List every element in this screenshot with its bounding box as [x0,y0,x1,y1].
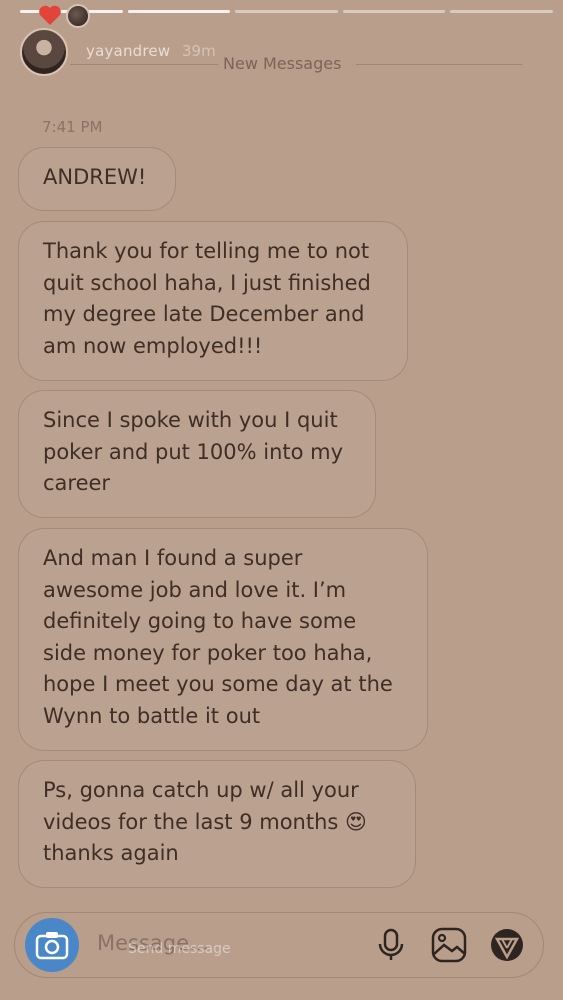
progress-segment [342,10,446,13]
gallery-icon[interactable] [430,926,468,964]
progress-segment [235,10,338,13]
microphone-icon[interactable] [372,926,410,964]
new-messages-label: New Messages [223,54,342,73]
progress-segment [127,10,231,13]
progress-segment [450,10,553,13]
message-bubble[interactable]: Thank you for telling me to not quit sch… [18,221,408,381]
heart-icon[interactable] [38,4,62,26]
message-text: And man I found a super awesome job and … [43,546,393,728]
sticker-icon[interactable] [488,926,526,964]
camera-icon [35,932,69,960]
message-bubble[interactable]: Ps, gonna catch up w/ all your videos fo… [18,760,416,888]
avatar[interactable] [20,28,68,76]
story-time: 39m [182,42,216,60]
message-text: Since I spoke with you I quit poker and … [43,408,344,495]
message-timestamp: 7:41 PM [42,118,103,136]
send-message-hint: Send message [128,941,231,957]
message-text: Thank you for telling me to not quit sch… [43,239,371,358]
divider-line [70,64,218,65]
message-bubble[interactable]: Since I spoke with you I quit poker and … [18,390,376,518]
message-bubble[interactable]: And man I found a super awesome job and … [18,528,428,751]
story-username[interactable]: yayandrew [86,42,170,60]
message-bubble[interactable]: ANDREW! [18,147,176,211]
story-progress-bar [20,10,553,13]
divider-line [356,64,522,65]
message-text: ANDREW! [43,165,147,189]
message-text: Ps, gonna catch up w/ all your videos fo… [43,778,367,865]
camera-button[interactable] [25,918,79,972]
reply-avatar [66,4,90,28]
